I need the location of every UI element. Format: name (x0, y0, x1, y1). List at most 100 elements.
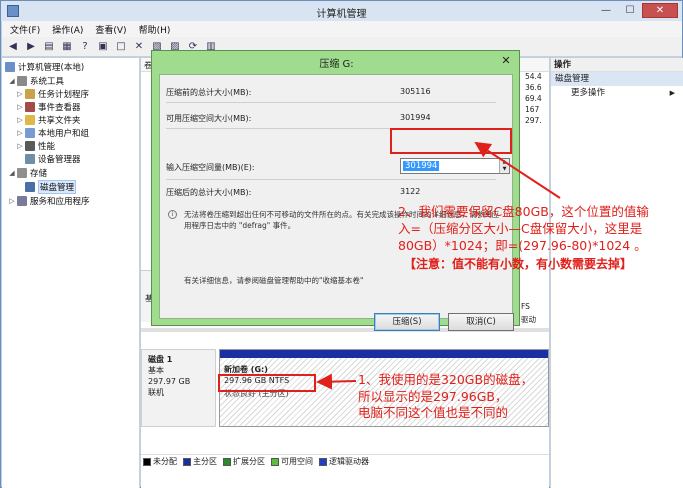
collapse-arrow-icon[interactable]: ▷ (16, 90, 24, 98)
title-bar[interactable]: 计算机管理 — ☐ ✕ (1, 1, 682, 21)
clock-icon (25, 88, 35, 99)
tree-label: 系统工具 (30, 76, 65, 87)
show-tree-icon[interactable]: ▦ (60, 40, 74, 54)
folder-icon (25, 114, 35, 125)
storage-icon (17, 167, 27, 178)
menu-file[interactable]: 文件(F) (10, 23, 40, 36)
dialog-body: 压缩前的总计大小(MB): 305116 可用压缩空间大小(MB): 30199… (159, 74, 514, 331)
tree-item-services[interactable]: ▷ 服务和应用程序 (8, 194, 90, 207)
annotation-line: 入=（压缩分区大小—C盘保留大小，这里是 (398, 221, 643, 236)
tree-label: 设备管理器 (38, 154, 81, 165)
label-available-shrink: 可用压缩空间大小(MB): (166, 114, 252, 123)
close-button[interactable]: ✕ (642, 3, 678, 18)
maximize-button[interactable]: ☐ (618, 3, 642, 18)
help-icon[interactable]: ? (78, 40, 92, 54)
primary-partition-bar (220, 350, 548, 358)
expand-arrow-icon[interactable]: ◢ (8, 169, 16, 177)
annotation-line: 所以显示的是297.96GB， (358, 389, 508, 404)
annotation-warning: 【注意：值不能有小数，有小数需要去掉】 (404, 257, 633, 271)
annotation-line: 80GB）*1024；即=(297.96-80)*1024 。 (398, 238, 647, 253)
device-icon (25, 153, 35, 164)
actions-panel: 操作 磁盘管理 更多操作 ▶ (550, 58, 683, 488)
tree-item-local-users[interactable]: ▷ 本地用户和组 (16, 126, 89, 139)
legend-free-space: 可用空间 (271, 456, 313, 467)
list-value: 36.6 (525, 83, 542, 92)
legend-swatch (143, 457, 151, 466)
legend-swatch (271, 457, 279, 466)
label-shrink-amount: 输入压缩空间量(MB)(E): (166, 163, 255, 172)
collapse-arrow-icon[interactable]: ▷ (16, 116, 24, 124)
legend-label: 主分区 (193, 457, 217, 466)
collapse-arrow-icon[interactable]: ▷ (16, 142, 24, 150)
tree-label: 事件查看器 (38, 102, 81, 113)
back-icon[interactable]: ◀ (6, 40, 20, 54)
spinner-icon[interactable]: ▲ ▼ (499, 159, 509, 173)
up-folder-icon[interactable]: ▤ (42, 40, 56, 54)
list-value: 297. (525, 116, 542, 125)
tree-root-label: 计算机管理(本地) (18, 62, 85, 73)
more-actions-label: 更多操作 (571, 88, 606, 98)
collapse-arrow-icon[interactable]: ▷ (8, 197, 16, 205)
legend-logical: 逻辑驱动器 (319, 456, 369, 467)
event-icon (25, 101, 35, 112)
tree-item-shared-folders[interactable]: ▷ 共享文件夹 (16, 113, 81, 126)
menu-action[interactable]: 操作(A) (52, 23, 83, 36)
disk-1-state: 联机 (148, 388, 164, 397)
tree-item-performance[interactable]: ▷ 性能 (16, 139, 55, 152)
tree-item-task-scheduler[interactable]: ▷ 任务计划程序 (16, 87, 89, 100)
annotation-line: 电脑不同这个值也是不同的 (358, 405, 509, 420)
tree-item-event-viewer[interactable]: ▷ 事件查看器 (16, 100, 81, 113)
computer-icon (5, 61, 15, 72)
actions-section-disk-management[interactable]: 磁盘管理 (551, 72, 683, 86)
list-value: 69.4 (525, 94, 542, 103)
partition-legend: 未分配 主分区 扩展分区 可用空间 逻辑驱动器 (141, 454, 549, 468)
list-value: 54.4 (525, 72, 542, 81)
tree-label: 任务计划程序 (38, 89, 90, 100)
services-icon (17, 195, 27, 206)
tree-label: 共享文件夹 (38, 115, 81, 126)
value-total-before: 305116 (400, 87, 431, 96)
dialog-title: 压缩 G: (319, 59, 354, 70)
tree-item-device-manager[interactable]: 设备管理器 (24, 152, 81, 165)
collapse-arrow-icon[interactable]: ▷ (16, 103, 24, 111)
collapse-arrow-icon[interactable]: ▷ (16, 129, 24, 137)
dialog-help-text: 有关详细信息，请参阅磁盘管理帮助中的"收缩基本卷" (184, 276, 364, 285)
tree-label: 存储 (30, 168, 48, 179)
tree-root[interactable]: 计算机管理(本地) (4, 60, 84, 73)
more-actions-item[interactable]: 更多操作 ▶ (551, 86, 683, 100)
disk-1-name: 磁盘 1 (148, 355, 173, 364)
navigation-tree: 计算机管理(本地) ◢ 系统工具 ▷ 任务计划程序 ▷ 事件查看器 ▷ 共享文件… (2, 58, 140, 488)
dialog-close-button[interactable]: ✕ (499, 54, 513, 68)
disk-icon (25, 181, 35, 192)
annotation-line: 2、我们需要保留C盘80GB，这个位置的值输 (398, 204, 649, 219)
disk-0-status: 驱动 (521, 315, 536, 324)
disk-1-info[interactable]: 磁盘 1 基本 297.97 GB 联机 (141, 349, 216, 427)
expand-arrow-icon[interactable]: ◢ (8, 77, 16, 85)
legend-label: 未分配 (153, 457, 177, 466)
legend-unallocated: 未分配 (143, 456, 177, 467)
tree-label: 服务和应用程序 (30, 196, 90, 207)
shrink-button[interactable]: 压缩(S) (374, 313, 440, 331)
list-value: 167 (525, 105, 540, 114)
shrink-amount-value: 301994 (403, 161, 440, 171)
tree-item-disk-management[interactable]: 磁盘管理 (24, 179, 77, 194)
actions-header: 操作 (551, 58, 683, 72)
annotation-box-input (390, 128, 512, 154)
tree-item-storage[interactable]: ◢ 存储 (8, 166, 47, 179)
menu-view[interactable]: 查看(V) (95, 23, 126, 36)
legend-swatch (223, 457, 231, 466)
menu-bar: 文件(F) 操作(A) 查看(V) 帮助(H) (2, 21, 682, 37)
forward-icon[interactable]: ▶ (24, 40, 38, 54)
properties-icon[interactable]: ▣ (96, 40, 110, 54)
annotation-box-size (218, 374, 316, 392)
divider (166, 179, 496, 180)
cancel-button[interactable]: 取消(C) (448, 313, 514, 331)
minimize-button[interactable]: — (594, 3, 618, 18)
new-icon[interactable]: □ (114, 40, 128, 54)
legend-label: 扩展分区 (233, 457, 265, 466)
shrink-amount-input[interactable]: 301994 ▲ ▼ (400, 158, 510, 174)
tree-item-system-tools[interactable]: ◢ 系统工具 (8, 74, 64, 87)
menu-help[interactable]: 帮助(H) (139, 23, 171, 36)
shrink-dialog: 压缩 G: ✕ 压缩前的总计大小(MB): 305116 可用压缩空间大小(MB… (151, 50, 520, 331)
delete-icon[interactable]: ✕ (132, 40, 146, 54)
